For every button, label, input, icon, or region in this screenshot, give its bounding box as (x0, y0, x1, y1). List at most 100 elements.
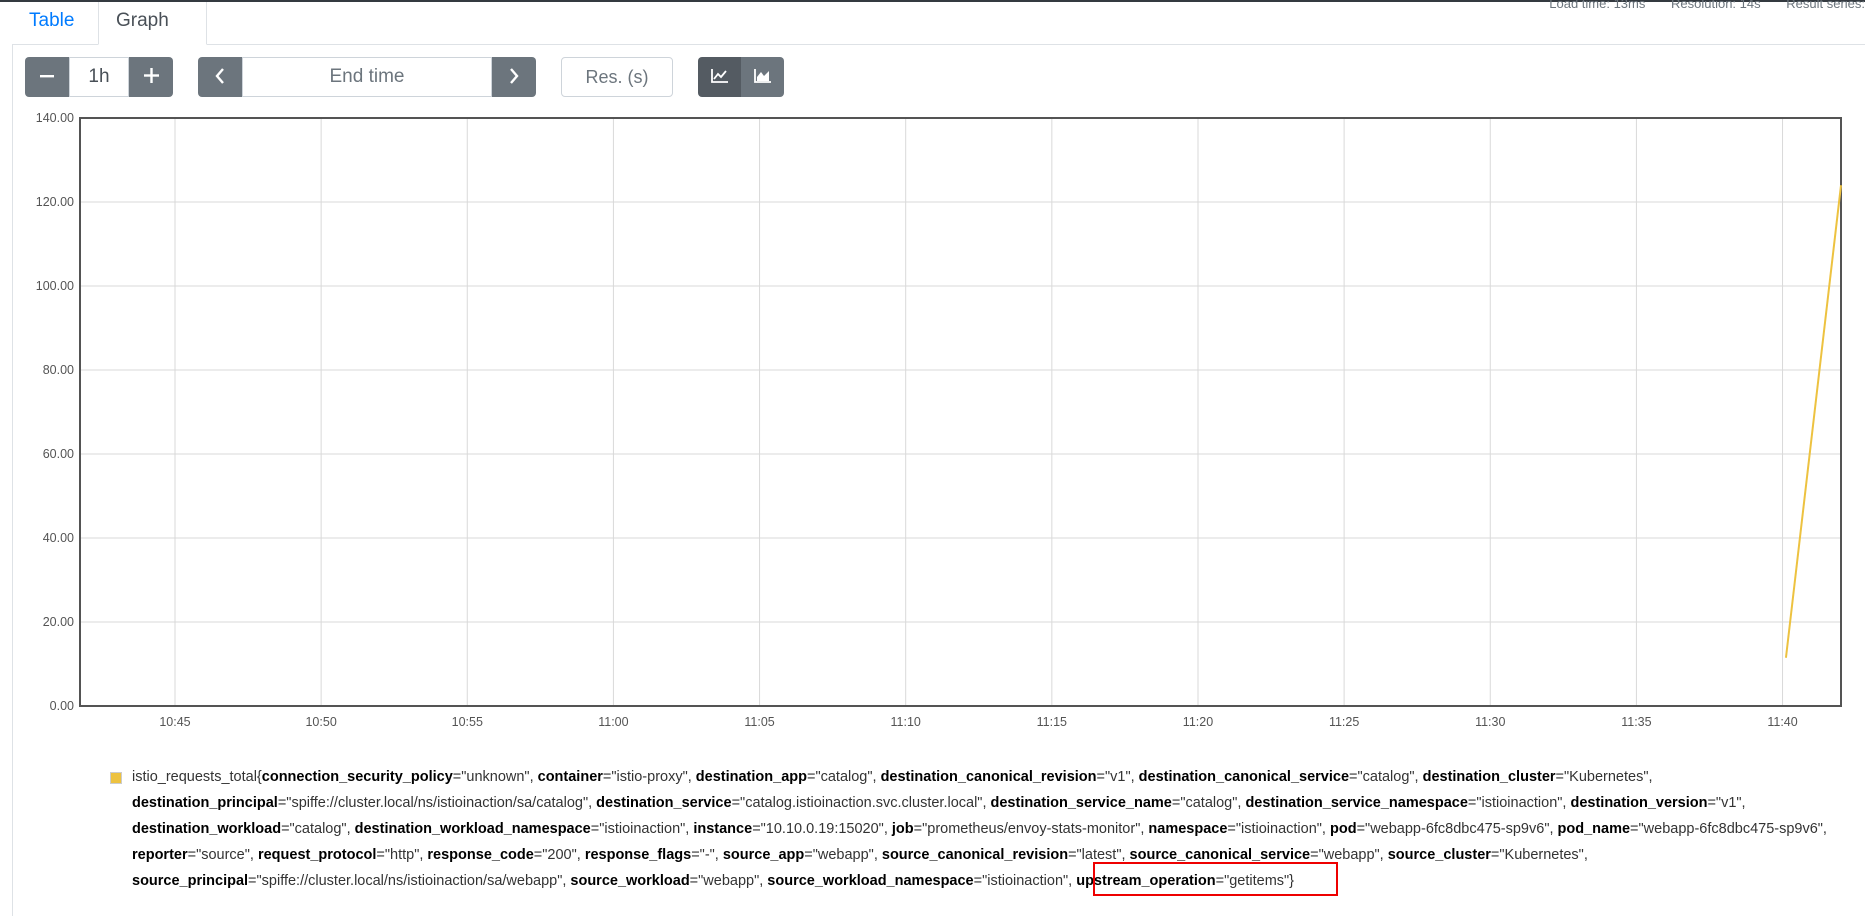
label-key: destination_service_name (990, 795, 1172, 811)
label-key: source_canonical_service (1129, 847, 1311, 863)
x-tick-label: 11:30 (1475, 715, 1505, 729)
x-tick-label: 11:00 (598, 715, 628, 729)
x-tick-label: 10:45 (159, 715, 190, 729)
label-key: source_app (722, 847, 805, 863)
label-key: response_code (427, 847, 534, 863)
highlight-box (1093, 862, 1338, 896)
label-key: source_principal (132, 873, 249, 889)
metric-name: istio_requests_total{ (132, 769, 262, 785)
decrease-range-button[interactable] (25, 57, 69, 97)
label-value: ="webapp", (689, 873, 768, 889)
y-tick-label: 100.00 (36, 279, 74, 293)
label-value: ="webapp", (804, 847, 882, 863)
label-key: namespace (1148, 821, 1228, 837)
label-key: destination_cluster (1422, 769, 1556, 785)
label-value: ="webapp", (1310, 847, 1388, 863)
label-value: ="Kubernetes", (1490, 847, 1588, 863)
y-tick-label: 140.00 (36, 111, 74, 125)
x-tick-label: 11:10 (891, 715, 921, 729)
chevron-right-icon (509, 67, 519, 87)
x-tick-label: 10:55 (452, 715, 483, 729)
resolution-input[interactable]: Res. (s) (561, 57, 673, 97)
stacked-graph-button[interactable] (741, 57, 784, 97)
label-value: ="istioinaction", (1227, 821, 1330, 837)
label-value: ="webapp-6fc8dbc475-sp9v6", (1630, 821, 1827, 837)
query-stats: Load time: 13ms Resolution: 14s Result s… (1527, 0, 1865, 11)
label-value: ="-", (691, 847, 723, 863)
label-key: response_flags (584, 847, 692, 863)
load-time-text: Load time: 13ms (1549, 0, 1646, 11)
series-color-swatch (110, 772, 122, 784)
y-tick-label: 80.00 (43, 363, 74, 377)
resolution-text: Resolution: 14s (1671, 0, 1761, 11)
increase-range-button[interactable] (129, 57, 173, 97)
label-value: ="catalog", (1171, 795, 1246, 811)
range-input[interactable]: 1h (69, 57, 129, 97)
label-value: ="source", (187, 847, 258, 863)
label-key: destination_canonical_revision (880, 769, 1097, 785)
label-key: source_workload_namespace (767, 873, 974, 889)
label-value: ="prometheus/envoy-stats-monitor", (913, 821, 1149, 837)
label-key: destination_service (596, 795, 732, 811)
previous-time-button[interactable] (198, 57, 242, 97)
x-tick-label: 11:25 (1329, 715, 1359, 729)
label-key: source_canonical_revision (881, 847, 1069, 863)
label-value: ="v1", (1707, 795, 1746, 811)
label-value: ="catalog", (1349, 769, 1423, 785)
plot-background (80, 118, 1841, 706)
label-value: ="webapp-6fc8dbc475-sp9v6", (1356, 821, 1558, 837)
x-tick-label: 11:05 (744, 715, 774, 729)
label-value: ="catalog", (806, 769, 881, 785)
end-time-input[interactable]: End time (242, 57, 492, 97)
label-value: ="latest", (1068, 847, 1130, 863)
label-value: ="istioinaction", (1467, 795, 1571, 811)
label-value: ="istioinaction", (590, 821, 694, 837)
label-key: container (537, 769, 603, 785)
label-value: ="10.10.0.19:15020", (752, 821, 892, 837)
series-legend: istio_requests_total{connection_security… (110, 764, 1842, 894)
label-key: destination_workload_namespace (354, 821, 591, 837)
x-tick-label: 11:40 (1767, 715, 1797, 729)
label-value: ="http", (376, 847, 428, 863)
series-label[interactable]: istio_requests_total{connection_security… (132, 764, 1842, 894)
label-key: destination_version (1570, 795, 1708, 811)
label-key: destination_app (695, 769, 807, 785)
x-tick-label: 11:35 (1621, 715, 1651, 729)
area-chart-icon (753, 68, 772, 86)
y-tick-label: 40.00 (43, 531, 74, 545)
line-chart-icon (710, 68, 729, 86)
minus-icon (40, 69, 54, 86)
label-key: source_cluster (1387, 847, 1491, 863)
x-tick-label: 11:15 (1037, 715, 1067, 729)
label-value: ="catalog.istioinaction.svc.cluster.loca… (731, 795, 991, 811)
x-tick-label: 10:50 (305, 715, 336, 729)
x-tick-label: 11:20 (1183, 715, 1213, 729)
label-key: instance (693, 821, 753, 837)
label-key: source_workload (570, 873, 690, 889)
label-key: request_protocol (257, 847, 377, 863)
label-key: job (891, 821, 914, 837)
graph-chart[interactable]: 0.00 20.00 40.00 60.00 80.00 100.00 120.00 140.… (0, 100, 1865, 740)
label-key: pod (1330, 821, 1357, 837)
view-tabs: Table Graph Load time: 13ms Resolution: … (12, 0, 1865, 45)
label-key: destination_canonical_service (1138, 769, 1350, 785)
chevron-left-icon (215, 67, 225, 87)
label-value: ="istioinaction", (973, 873, 1077, 889)
label-value: ="spiffe://cluster.local/ns/istioinactio… (277, 795, 597, 811)
y-tick-label: 20.00 (43, 615, 74, 629)
label-key: destination_workload (132, 821, 282, 837)
plus-icon (143, 68, 159, 86)
tab-graph[interactable]: Graph (98, 2, 207, 45)
tab-table[interactable]: Table (12, 2, 98, 44)
label-value: ="Kubernetes", (1555, 769, 1653, 785)
label-key: destination_principal (132, 795, 278, 811)
label-value: ="unknown", (452, 769, 538, 785)
label-value: ="200", (533, 847, 585, 863)
unstacked-graph-button[interactable] (698, 57, 741, 97)
y-tick-label: 120.00 (36, 195, 74, 209)
label-key: destination_service_namespace (1245, 795, 1468, 811)
label-key: connection_security_policy (261, 769, 453, 785)
next-time-button[interactable] (492, 57, 536, 97)
label-key: reporter (132, 847, 188, 863)
label-value: ="v1", (1096, 769, 1139, 785)
